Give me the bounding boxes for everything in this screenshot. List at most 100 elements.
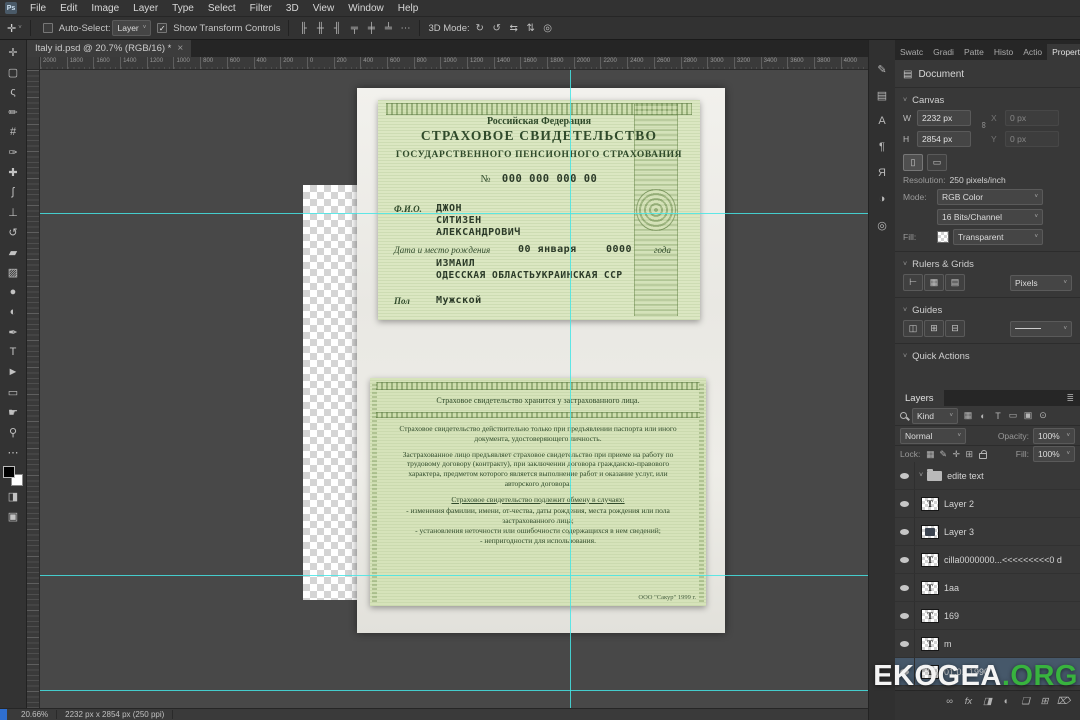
canvas-height-input[interactable]: 2854 px [917, 131, 971, 147]
align-horizontal-centers-icon[interactable]: ╫ [312, 20, 328, 36]
edit-toolbar-icon[interactable]: ⋯ [1, 442, 25, 462]
close-tab-icon[interactable]: × [177, 43, 183, 54]
guides-layout-icon[interactable]: ◫ [903, 320, 923, 337]
rectangle-tool[interactable]: ▭ [1, 382, 25, 402]
horizontal-ruler[interactable]: 2000 1800 1600 1400 1200 1000 800 600 400 200 0 200… [40, 57, 868, 70]
panel-tab[interactable]: Swatc [895, 44, 928, 60]
more-align-options-icon[interactable]: ⋯ [397, 20, 413, 36]
lock-pixels-icon[interactable]: ✎ [937, 449, 949, 460]
eraser-tool[interactable]: ▰ [1, 242, 25, 262]
new-group-icon[interactable]: ❏ [1017, 694, 1034, 710]
layer-name[interactable]: 169 [944, 611, 959, 621]
menu-item[interactable]: View [306, 0, 342, 16]
horizontal-guide[interactable] [40, 575, 868, 576]
delete-layer-icon[interactable]: ⌦ [1055, 694, 1072, 710]
layer-row[interactable]: ˅ T 169 [895, 602, 1080, 630]
bit-depth-dropdown[interactable]: 16 Bits/Channel ˅ [937, 209, 1043, 225]
layer-name[interactable]: Layer 2 [944, 499, 974, 509]
move-tool[interactable]: ✛ [1, 42, 25, 62]
new-layer-icon[interactable]: ⊞ [1036, 694, 1053, 710]
expand-group-icon[interactable]: ˅ [919, 472, 923, 479]
link-layers-icon[interactable]: ∞ [941, 694, 958, 710]
snap-icon[interactable]: ▤ [945, 274, 965, 291]
layer-name[interactable]: edite text [947, 471, 984, 481]
panel-tab[interactable]: Histo [989, 44, 1018, 60]
quick-actions-section-header[interactable]: ˅ Quick Actions [903, 348, 1072, 364]
portrait-orientation-button[interactable]: ▯ [903, 153, 923, 171]
filter-type-layers-icon[interactable]: T [991, 411, 1005, 421]
menu-item[interactable]: Edit [53, 0, 84, 16]
link-dimensions-icon[interactable]: ∞ [979, 122, 989, 128]
color-mode-dropdown[interactable]: RGB Color ˅ [937, 189, 1043, 205]
clone-stamp-tool[interactable]: ⊥ [1, 202, 25, 222]
brush-settings-icon[interactable]: ✎ [870, 58, 894, 80]
zoom-tool[interactable]: ⚲ [1, 422, 25, 442]
gradient-tool[interactable]: ▨ [1, 262, 25, 282]
guides-section-header[interactable]: ˅ Guides [903, 302, 1072, 318]
zoom-level[interactable]: 20.66% [21, 710, 48, 719]
path-selection-tool[interactable]: ► [1, 362, 25, 382]
3d-roll-icon[interactable]: ↺ [489, 20, 505, 36]
layer-thumbnail[interactable]: T [921, 636, 939, 651]
hand-tool[interactable]: ☛ [1, 402, 25, 422]
blur-tool[interactable]: ● [1, 282, 25, 302]
align-bottom-edges-icon[interactable]: ╧ [380, 20, 396, 36]
toggle-grid-icon[interactable]: ▦ [924, 274, 944, 291]
menu-item[interactable]: 3D [279, 0, 306, 16]
lock-transparency-icon[interactable]: ▦ [924, 449, 936, 460]
quick-mask-icon[interactable]: ◨ [1, 486, 25, 506]
align-left-edges-icon[interactable]: ╟ [295, 20, 311, 36]
spot-healing-brush-tool[interactable]: ✚ [1, 162, 25, 182]
layer-name[interactable]: cilla0000000...<<<<<<<<<0 d [944, 555, 1062, 565]
adjustments-panel-icon[interactable]: ◑ [870, 188, 894, 210]
eyedropper-tool[interactable]: ✑ [1, 142, 25, 162]
panel-tab[interactable]: Properties [1047, 44, 1080, 60]
layer-thumbnail[interactable]: T [921, 580, 939, 595]
paragraph-panel-icon[interactable]: ¶ [870, 136, 894, 158]
visibility-toggle[interactable] [895, 630, 915, 657]
canvas-width-input[interactable]: 2232 px [917, 110, 971, 126]
landscape-orientation-button[interactable]: ▭ [927, 153, 947, 171]
opacity-dropdown[interactable]: 100% ˅ [1033, 427, 1075, 444]
canvas[interactable]: Российская Федерация СТРАХОВОЕ СВИДЕТЕЛЬ… [40, 70, 868, 708]
panel-tab[interactable]: Actio [1018, 44, 1047, 60]
visibility-toggle[interactable] [895, 602, 915, 629]
align-right-edges-icon[interactable]: ╢ [329, 20, 345, 36]
dodge-tool[interactable]: ◐ [1, 302, 25, 322]
vertical-ruler[interactable] [27, 70, 40, 708]
history-brush-tool[interactable]: ↺ [1, 222, 25, 242]
visibility-toggle[interactable] [895, 518, 915, 545]
screen-mode-icon[interactable]: ▣ [1, 506, 25, 526]
clear-guides-icon[interactable]: ⊟ [945, 320, 965, 337]
filter-pixel-layers-icon[interactable]: ▦ [961, 410, 975, 421]
layer-thumbnail[interactable]: T [921, 552, 939, 567]
visibility-toggle[interactable] [895, 574, 915, 601]
menu-item[interactable]: Layer [126, 0, 165, 16]
brush-tool[interactable]: ʃ [1, 182, 25, 202]
layer-effects-icon[interactable]: fx [960, 694, 977, 710]
layer-thumbnail[interactable]: T [921, 524, 939, 539]
color-swatches[interactable] [3, 466, 23, 486]
filter-kind-dropdown[interactable]: Kind ˅ [912, 407, 958, 424]
presets-icon[interactable]: ▤ [870, 84, 894, 106]
layer-thumbnail[interactable]: T [921, 496, 939, 511]
vertical-guide[interactable] [570, 70, 571, 708]
show-transform-checkbox[interactable]: ✓ [157, 23, 168, 33]
menu-item[interactable]: Type [165, 0, 201, 16]
canvas-fill-dropdown[interactable]: Transparent ˅ [953, 229, 1043, 245]
panel-tab[interactable]: Patte [959, 44, 989, 60]
layer-row[interactable]: ˅ T Layer 3 [895, 518, 1080, 546]
ruler-units-dropdown[interactable]: Pixels ˅ [1010, 274, 1072, 291]
horizontal-guide[interactable] [40, 213, 868, 214]
lock-guides-icon[interactable]: ⊞ [924, 320, 944, 337]
fill-dropdown[interactable]: 100% ˅ [1033, 446, 1075, 462]
foreground-color-swatch[interactable] [3, 466, 15, 478]
document-tab[interactable]: Italy id.psd @ 20.7% (RGB/16) * × [27, 40, 192, 57]
lock-artboard-icon[interactable]: ⊞ [963, 449, 975, 460]
filter-shape-layers-icon[interactable]: ▭ [1006, 410, 1020, 421]
crop-tool[interactable]: # [1, 122, 25, 142]
rectangular-marquee-tool[interactable]: ▢ [1, 62, 25, 82]
info-panel-icon[interactable]: ◎ [870, 214, 894, 236]
filter-smart-objects-icon[interactable]: ▣ [1021, 410, 1035, 421]
layer-row[interactable]: ˅ T Layer 2 [895, 490, 1080, 518]
